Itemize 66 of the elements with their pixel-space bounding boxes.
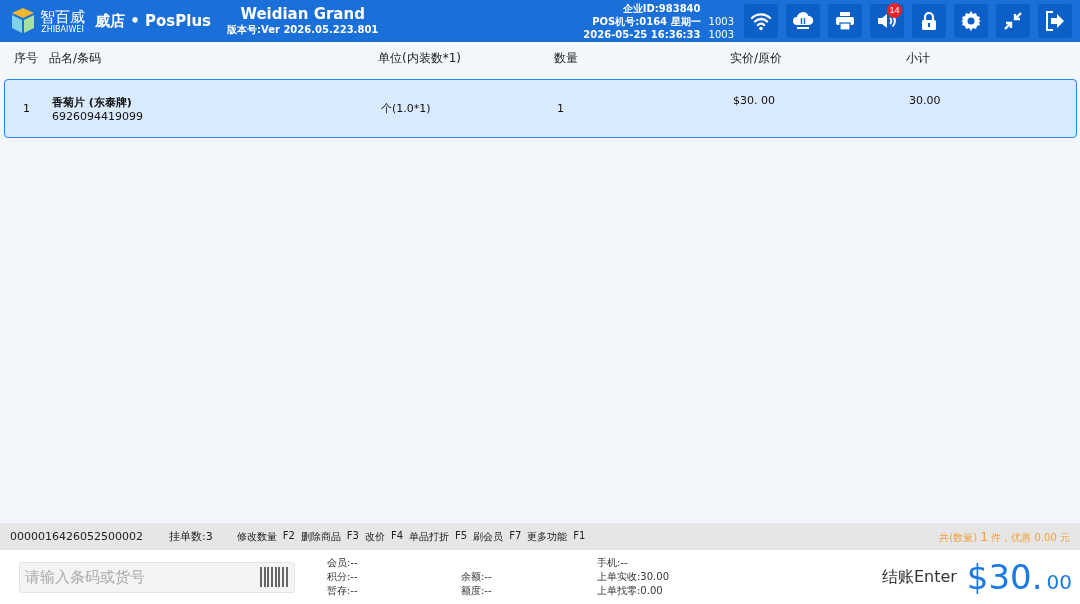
date-time: 2026-05-25 16:36:33 (583, 27, 701, 41)
date-time-code: 1003 (708, 27, 734, 41)
shortcut-key: F1 (573, 529, 586, 544)
speaker-button[interactable]: 14 (870, 4, 904, 38)
table-cell-text: $30. 00 (733, 94, 776, 107)
column-header: 单位(内装数*1) (378, 50, 462, 67)
member-info: 余额:-- (461, 570, 493, 584)
cloud-button[interactable] (786, 4, 820, 38)
lock-button[interactable] (912, 4, 946, 38)
member-info: 会员:-- (327, 556, 359, 570)
hold-count: 挂单数:3 (169, 529, 213, 544)
notification-badge: 14 (887, 3, 902, 18)
table-cell-text: 30.00 (909, 94, 942, 107)
logo-subtitle: ZHIBAIWEI (41, 24, 84, 34)
pos-number: POS机号:0164 星期一 (591, 14, 701, 28)
total-amount: $30.00 (966, 557, 1072, 597)
printer-button[interactable] (828, 4, 862, 38)
table-cell-text: 1 (23, 102, 31, 115)
shortcut-key: F4 (390, 529, 404, 544)
table-cell-text: 个(1.0*1) (381, 101, 432, 116)
column-header: 品名/条码 (49, 50, 103, 67)
shortcut-label: 改价 (364, 529, 385, 544)
barcode-icon (259, 565, 291, 588)
logo-name: 智百威 (40, 8, 85, 25)
shortcut-key: F7 (509, 529, 522, 544)
pos-code: 1003 (708, 14, 734, 28)
column-header: 序号 (14, 50, 39, 67)
summary-text: 件，优惠 0.00 元 (991, 530, 1070, 545)
checkout-label[interactable]: 结账Enter (881, 566, 957, 588)
exit-button[interactable] (1038, 4, 1072, 38)
product-name: 香菊片 (东泰牌) (52, 94, 133, 110)
product-barcode: 6926094419099 (52, 109, 144, 123)
shortcut-key: F5 (455, 529, 468, 544)
table-row[interactable]: 1 香菊片 (东泰牌) 6926094419099 个(1.0*1) 1 $30. 00 30.00 (4, 79, 1077, 138)
shortcut-label: 刷会员 (473, 529, 504, 544)
wifi-button[interactable] (744, 4, 778, 38)
settings-icon (959, 9, 983, 33)
shortcut-label: 单品打折 (409, 529, 450, 544)
shortcut-label: 更多功能 (527, 529, 568, 544)
shortcut-key: F2 (282, 529, 295, 544)
shortcut-label: 删除商品 (300, 529, 341, 544)
order-number: 0000016426052500002 (10, 530, 143, 543)
settings-button[interactable] (954, 4, 988, 38)
version-text: 版本号:Ver 2026.05.223.801 (227, 23, 379, 37)
table-cell-text: 1 (557, 102, 565, 115)
member-info: 暂存:-- (327, 584, 359, 598)
logo-icon (10, 7, 36, 35)
printer-icon (833, 9, 857, 33)
summary-text: 共(数量) (939, 530, 978, 545)
app-name: 威店 • PosPlus (95, 11, 211, 31)
collapse-button[interactable] (996, 4, 1030, 38)
column-header: 数量 (554, 50, 579, 67)
shortcut-key: F3 (346, 529, 359, 544)
column-header: 实价/原价 (730, 50, 784, 67)
company-id: 企业ID:983840 (621, 1, 701, 15)
member-info: 上单找零:0.00 (597, 584, 664, 598)
barcode-search-field[interactable]: 请输入条码或货号 (19, 561, 295, 593)
exit-icon (1043, 9, 1067, 33)
member-info: 手机:-- (597, 556, 629, 570)
shortcut-label: 修改数量 (236, 529, 277, 544)
store-name: Weidian Grand (240, 5, 365, 23)
column-header: 小计 (906, 50, 931, 67)
member-info: 上单实收:30.00 (597, 570, 670, 584)
member-info: 额度:-- (461, 584, 493, 598)
item-count: 1 (980, 528, 989, 544)
member-info: 积分:-- (327, 570, 359, 584)
